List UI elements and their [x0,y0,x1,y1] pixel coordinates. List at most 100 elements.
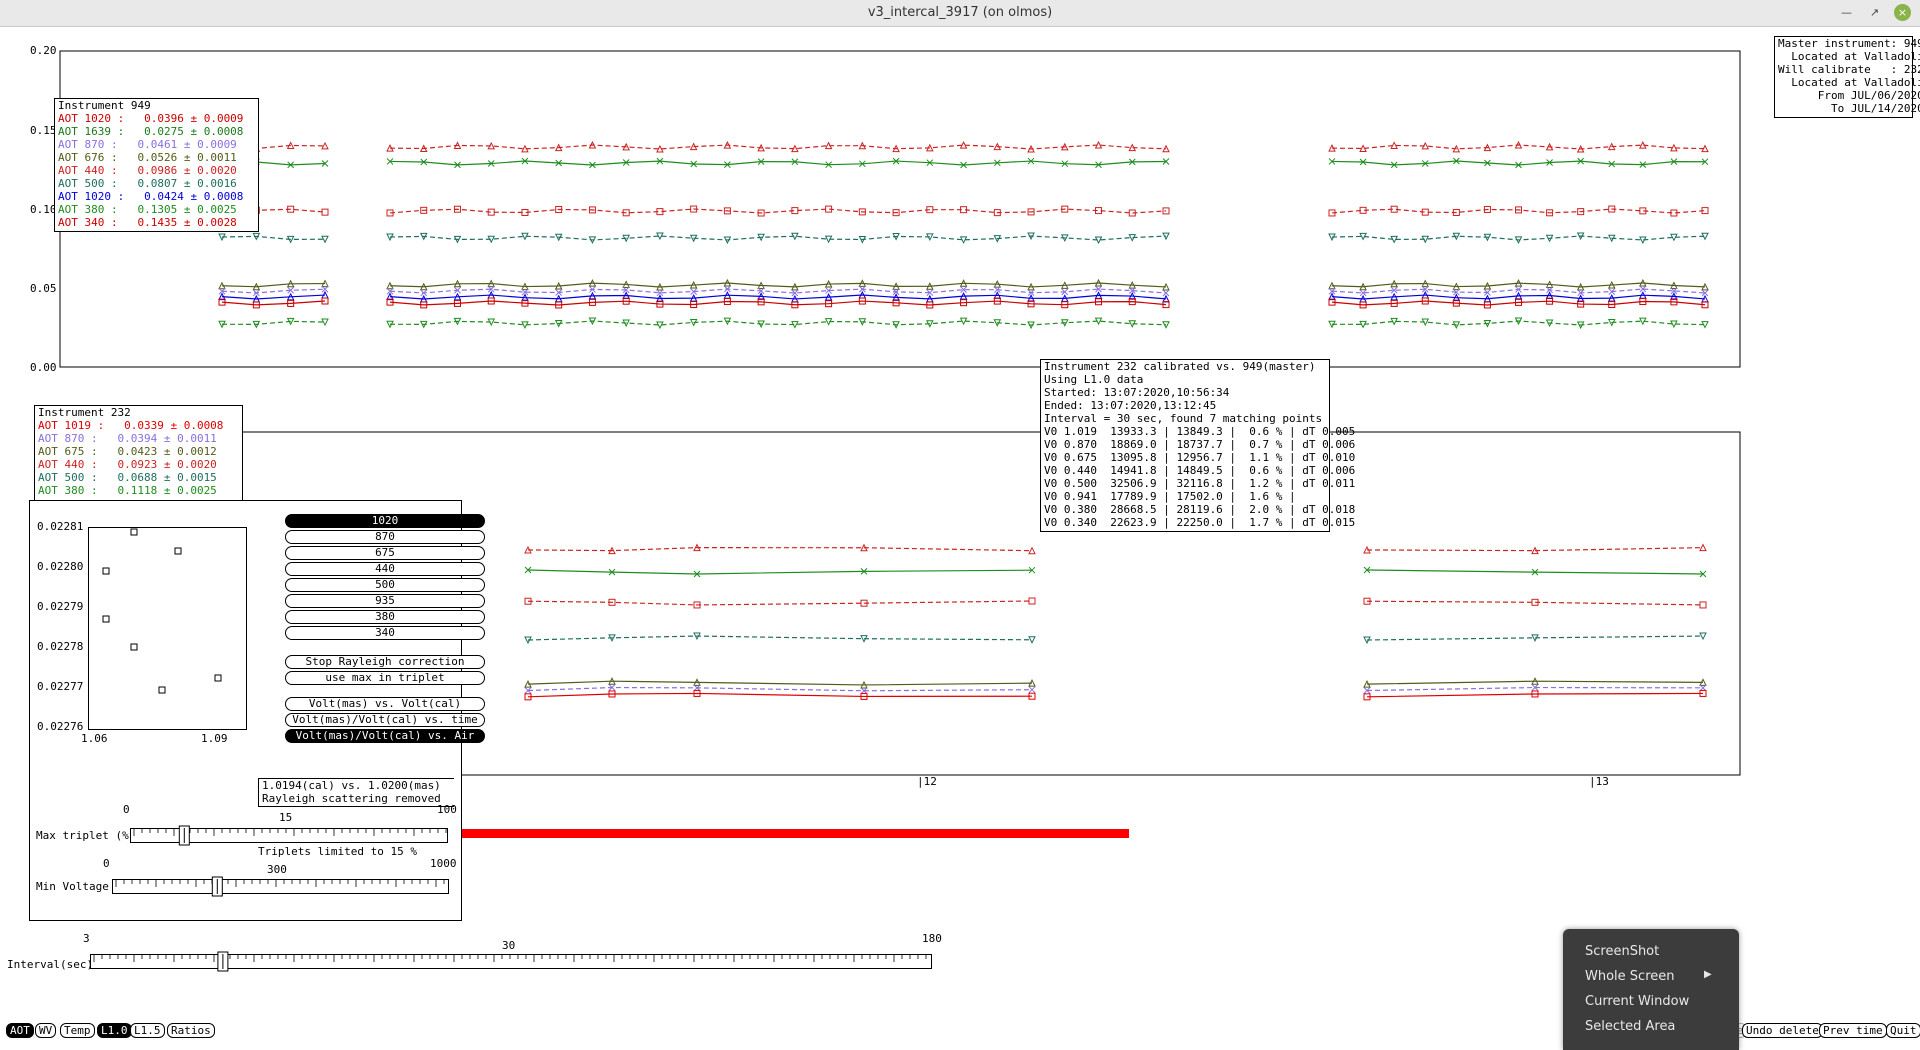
undo-delete-button[interactable]: Undo delete [1742,1023,1823,1038]
aot-series-line [1366,600,1704,606]
l15-button[interactable]: L1.5 [130,1023,165,1038]
aot-series-line [389,235,1167,241]
aot-series-line [527,547,1033,552]
submenu-arrow-icon: ▶ [1704,969,1712,980]
aot-series-line [389,282,1167,288]
result-line: 1.0194(cal) vs. 1.0200(mas) [262,779,441,792]
aot-series-line [221,300,326,306]
aot-series-line [389,294,1167,300]
aot-series-line [1366,635,1704,641]
close-icon[interactable]: × [1894,4,1911,21]
menu-item-whole-screen[interactable]: Whole Screen [1585,969,1674,984]
aot-series-line [1366,692,1704,698]
aot-series-line [1331,208,1706,214]
window-titlebar: v3_intercal_3917 (on olmos) — ↗ × [0,0,1920,27]
scatter-point [158,686,166,694]
top-y-tick: 0.20 [30,44,57,57]
slider-track [130,828,448,843]
minimize-icon[interactable]: — [1838,4,1855,21]
aot-series-line [389,288,1167,294]
day-label: |13 [1589,775,1609,788]
aot-series-line [527,600,1033,606]
plot-mode-ratio-vs-time-button[interactable]: Volt(mas)/Volt(cal) vs. time [285,713,485,727]
ratios-button[interactable]: Ratios [167,1023,215,1038]
aot-series-line [1366,680,1704,685]
maximize-icon[interactable]: ↗ [1866,4,1883,21]
wavelength-button-1020[interactable]: 1020 [285,514,485,528]
aot-series-line [389,320,1167,326]
prev-time-button[interactable]: Prev time [1819,1023,1887,1038]
window-title: v3_intercal_3917 (on olmos) [867,5,1053,20]
calibration-info-line: Started: 13:07:2020,10:56:34 [1044,386,1230,399]
legend-entry: AOT 870 : 0.0394 ± 0.0011 [38,432,217,445]
aot-series-line [221,320,326,325]
temp-button[interactable]: Temp [60,1023,95,1038]
slider-track [112,879,449,894]
aot-series-line [221,288,326,294]
quit-button[interactable]: Quit [1886,1023,1920,1038]
airmass-scatter-plot [88,527,247,730]
wavelength-button-440[interactable]: 440 [285,562,485,576]
scatter-point [102,567,110,575]
wavelength-button-340[interactable]: 340 [285,626,485,640]
slider-track [90,954,932,969]
wv-button[interactable]: WV [35,1023,57,1038]
scatter-y-tick: 0.02276 [37,720,84,733]
data-point [1028,686,1036,694]
top-legend: Instrument 949 AOT 1020 : 0.0396 ± 0.000… [54,98,259,232]
use-max-triplet-button[interactable]: use max in triplet [285,671,485,685]
menu-item-selected-area[interactable]: Selected Area [1585,1019,1675,1034]
wavelength-button-380[interactable]: 380 [285,610,485,624]
calibration-info-line: V0 0.941 17789.9 | 17502.0 | 1.6 % | [1044,490,1296,503]
aot-series-line [527,692,1033,698]
aot-series-line [527,635,1033,641]
top-y-tick: 0.00 [30,361,57,374]
triplet-limit-note: Triplets limited to 15 % [258,845,417,858]
menu-item-screenshot[interactable]: ScreenShot [1585,944,1659,959]
menu-item-current-window[interactable]: Current Window [1585,994,1689,1009]
master-info-line: Master instrument: 949 [1778,37,1920,50]
data-point [321,235,329,244]
scatter-point [174,547,182,555]
slider-min-label: 0 [123,803,130,816]
legend-entry: AOT 675 : 0.0423 ± 0.0012 [38,445,217,458]
min-voltage-slider[interactable] [112,875,449,901]
aot-series-line [527,686,1033,692]
stop-rayleigh-button[interactable]: Stop Rayleigh correction [285,655,485,669]
day-label: |12 [917,775,937,788]
scatter-point [214,674,222,682]
plot-mode-ratio-vs-airmass-button[interactable]: Volt(mas)/Volt(cal) vs. Air Mass [285,729,485,754]
legend-entry: AOT 500 : 0.0807 ± 0.0016 [58,177,237,190]
plot-mode-volt-vs-volt-button[interactable]: Volt(mas) vs. Volt(cal) [285,697,485,711]
legend-entry: AOT 380 : 0.1305 ± 0.0025 [58,203,237,216]
legend-entry: AOT 440 : 0.0986 ± 0.0020 [58,164,237,177]
aot-button[interactable]: AOT [6,1023,34,1038]
calibration-info-line: V0 0.380 28668.5 | 28119.6 | 2.0 % | dT … [1044,503,1356,516]
wavelength-button-675[interactable]: 675 [285,546,485,560]
interval-max-label: 180 [922,932,942,945]
legend-entry: AOT 1020 : 0.0424 ± 0.0008 [58,190,244,203]
wavelength-button-935[interactable]: 935 [285,594,485,608]
master-info-line: From JUL/06/2020 [1778,89,1920,102]
calibration-info-line: Instrument 232 calibrated vs. 949(master… [1044,360,1316,373]
interval-slider[interactable] [90,950,932,976]
slider-min-label: 0 [103,857,110,870]
legend-entry: AOT 1639 : 0.0275 ± 0.0008 [58,125,244,138]
l10-button[interactable]: L1.0 [97,1023,132,1038]
legend-entry: AOT 440 : 0.0923 ± 0.0020 [38,458,217,471]
aot-series-line [389,160,1167,166]
master-info-box: Master instrument: 949 Located at Vallad… [1774,36,1920,118]
aot-series-line [527,680,1033,686]
aot-series-line [389,300,1167,306]
legend-entry: AOT 1020 : 0.0396 ± 0.0009 [58,112,244,125]
wavelength-button-870[interactable]: 870 [285,530,485,544]
result-line: Rayleigh scattering removed [262,792,441,805]
interval-label: Interval(sec) [7,958,94,971]
top-y-tick: 0.10 [30,203,57,216]
legend-entry: AOT 870 : 0.0461 ± 0.0009 [58,138,237,151]
calibration-info-line: V0 0.675 13095.8 | 12956.7 | 1.1 % | dT … [1044,451,1356,464]
scatter-y-tick: 0.02277 [37,680,84,693]
wavelength-button-500[interactable]: 500 [285,578,485,592]
aot-series-line [1331,300,1706,306]
scatter-point [102,615,110,623]
